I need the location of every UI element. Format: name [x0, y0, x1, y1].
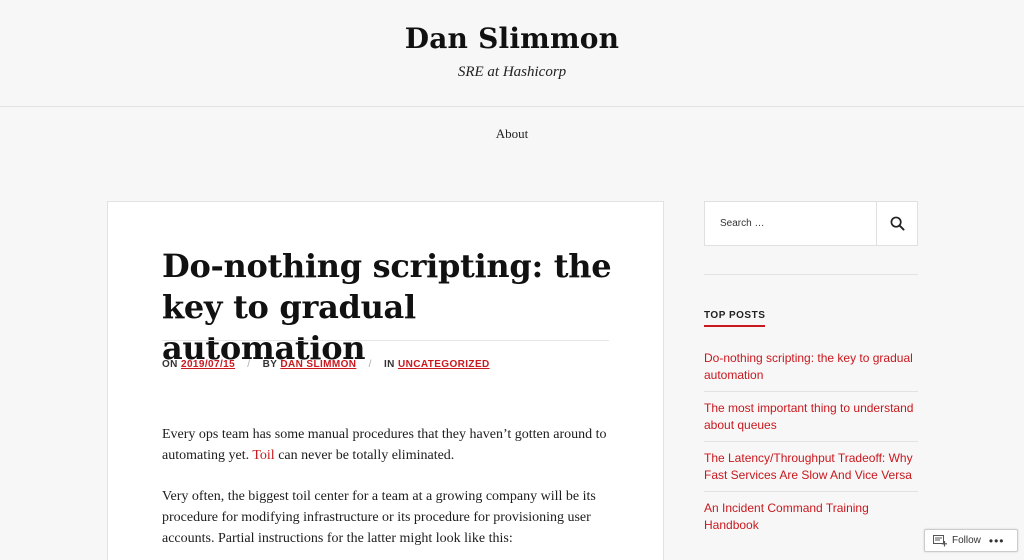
post-article: Do-nothing scripting: the key to gradual… [107, 201, 664, 560]
toil-link[interactable]: Toil [252, 448, 274, 463]
post-category-link[interactable]: UNCATEGORIZED [398, 359, 490, 370]
search-button[interactable] [876, 202, 917, 245]
search-form [704, 201, 918, 246]
site-title[interactable]: Dan Slimmon [0, 22, 1024, 55]
site-description: SRE at Hashicorp [457, 64, 567, 80]
follow-bar: Follow ••• [924, 529, 1018, 552]
top-post-item[interactable]: The most important thing to understand a… [704, 400, 918, 442]
title-divider [162, 340, 609, 341]
post-meta: ON 2019/07/15 / BY DAN SLIMMON / IN UNCA… [162, 359, 490, 370]
top-post-item[interactable]: The Latency/Throughput Tradeoff: Why Fas… [704, 450, 918, 492]
top-post-item[interactable]: Do-nothing scripting: the key to gradual… [704, 350, 918, 392]
site-header: Dan Slimmon SRE at Hashicorp [0, 0, 1024, 107]
post-paragraph: Very often, the biggest toil center for … [162, 489, 596, 546]
nav-item-about[interactable]: About [496, 126, 529, 141]
top-posts-heading: TOP POSTS [704, 310, 766, 327]
meta-in-label: IN [383, 359, 395, 370]
meta-separator: / [247, 359, 251, 370]
sidebar-divider [704, 274, 918, 275]
meta-on-label: ON [162, 359, 178, 370]
search-input[interactable] [705, 202, 876, 245]
top-post-item[interactable]: An Incident Command Training Handbook [704, 500, 918, 541]
meta-by-label: BY [262, 359, 278, 370]
post-title[interactable]: Do-nothing scripting: the key to gradual… [162, 246, 612, 369]
follow-icon [933, 534, 947, 546]
main-nav: About [0, 125, 1024, 143]
post-author-link[interactable]: DAN SLIMMON [280, 359, 356, 370]
follow-label: Follow [952, 535, 981, 546]
follow-button[interactable]: Follow [925, 534, 981, 547]
more-options-button[interactable]: ••• [989, 534, 1005, 548]
meta-separator: / [368, 359, 372, 370]
post-paragraph: Every ops team has some manual procedure… [162, 424, 612, 466]
post-date-link[interactable]: 2019/07/15 [181, 359, 235, 370]
paragraph-text: can never be totally eliminated. [278, 448, 455, 463]
search-icon [890, 216, 905, 231]
top-posts-list: Do-nothing scripting: the key to gradual… [704, 350, 918, 549]
